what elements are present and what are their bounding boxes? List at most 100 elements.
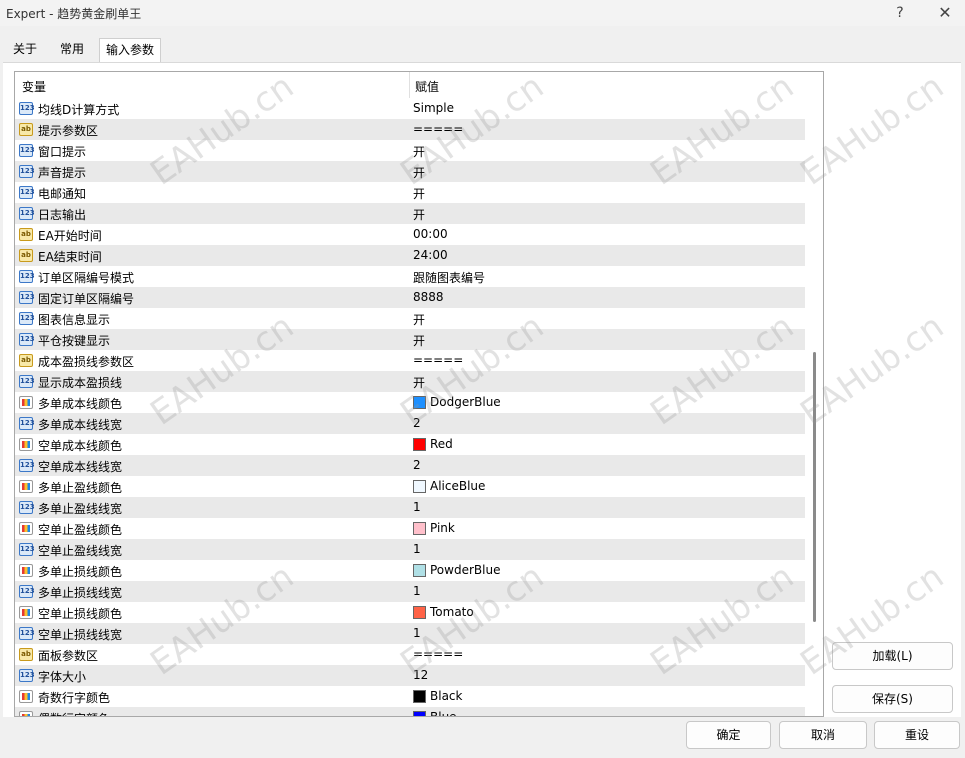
table-row[interactable]: 123 显示成本盈损线 开 [15, 371, 805, 392]
value-cell[interactable]: Black [430, 689, 462, 703]
color-swatch[interactable] [413, 396, 426, 409]
tab-bar: 关于 常用 输入参数 [0, 38, 965, 63]
table-row[interactable]: 123 多单成本线线宽 2 [15, 413, 805, 434]
column-divider[interactable] [409, 72, 410, 98]
value-cell[interactable]: Simple [413, 101, 454, 115]
variable-name: 平仓按键显示 [38, 334, 111, 348]
number-type-icon: 123 [19, 270, 35, 283]
table-row[interactable]: ab 面板参数区 ===== [15, 644, 805, 665]
variable-name: 均线D计算方式 [38, 103, 120, 117]
variable-name: 空单止盈线线宽 [38, 544, 123, 558]
value-cell[interactable]: 1 [413, 626, 421, 640]
color-type-icon [19, 690, 33, 703]
table-row[interactable]: ab 成本盈损线参数区 ===== [15, 350, 805, 371]
color-swatch[interactable] [413, 690, 426, 703]
value-cell[interactable]: 24:00 [413, 248, 448, 262]
number-type-icon: 123 [19, 375, 35, 388]
string-type-icon: ab [19, 228, 33, 241]
variable-name: 多单止损线颜色 [38, 565, 123, 579]
value-cell[interactable]: 1 [413, 542, 421, 556]
vertical-scrollbar[interactable] [808, 72, 821, 714]
table-row[interactable]: 空单成本线颜色 Red [15, 434, 805, 455]
grid-rows: 123 均线D计算方式 Simple ab 提示参数区 ===== 123 窗口提示开 123 声… [15, 98, 805, 716]
value-cell[interactable]: ===== [413, 353, 463, 367]
help-icon[interactable]: ? [886, 2, 914, 24]
value-cell[interactable]: Blue [430, 710, 457, 716]
table-row[interactable]: 123 声音提示 开 [15, 161, 805, 182]
color-swatch[interactable] [413, 606, 426, 619]
scrollbar-thumb[interactable] [813, 352, 816, 622]
table-row[interactable]: ab 提示参数区 ===== [15, 119, 805, 140]
value-cell[interactable]: 开 [413, 332, 425, 349]
table-row[interactable]: 多单止损线颜色 PowderBlue [15, 560, 805, 581]
value-cell[interactable]: 1 [413, 584, 421, 598]
variable-name: 多单止盈线颜色 [38, 481, 123, 495]
column-header-variable[interactable]: 变量 [22, 78, 46, 95]
table-row[interactable]: ab EA开始时间 00:00 [15, 224, 805, 245]
table-row[interactable]: 123 均线D计算方式 Simple [15, 98, 805, 119]
table-row[interactable]: 123 电邮通知 开 [15, 182, 805, 203]
table-row[interactable]: 空单止损线颜色 Tomato [15, 602, 805, 623]
table-row[interactable]: 123 图表信息显示 开 [15, 308, 805, 329]
color-swatch[interactable] [413, 564, 426, 577]
table-row[interactable]: 123 固定订单区隔编号 8888 [15, 287, 805, 308]
table-row[interactable]: ab EA结束时间 24:00 [15, 245, 805, 266]
value-cell[interactable]: 8888 [413, 290, 444, 304]
table-row[interactable]: 123 空单止损线线宽 1 [15, 623, 805, 644]
color-swatch[interactable] [413, 480, 426, 493]
save-button[interactable]: 保存(S) [832, 685, 953, 713]
value-cell[interactable]: 开 [413, 374, 425, 391]
value-cell[interactable]: 1 [413, 500, 421, 514]
variable-name: 字体大小 [38, 670, 87, 684]
value-cell[interactable]: 开 [413, 185, 425, 202]
table-row[interactable]: 123 窗口提示 开 [15, 140, 805, 161]
value-cell[interactable]: ===== [413, 122, 463, 136]
value-cell[interactable]: 12 [413, 668, 428, 682]
table-row[interactable]: 123 空单止盈线线宽 1 [15, 539, 805, 560]
value-cell[interactable]: DodgerBlue [430, 395, 501, 409]
value-cell[interactable]: 开 [413, 143, 425, 160]
column-header-value[interactable]: 赋值 [415, 78, 439, 95]
value-cell[interactable]: 2 [413, 416, 421, 430]
table-row[interactable]: 奇数行字颜色 Black [15, 686, 805, 707]
value-cell[interactable]: 跟随图表编号 [413, 269, 485, 286]
table-row[interactable]: 123 日志输出 开 [15, 203, 805, 224]
cancel-button[interactable]: 取消 [779, 721, 867, 749]
value-cell[interactable]: Tomato [430, 605, 474, 619]
table-row[interactable]: 多单止盈线颜色 AliceBlue [15, 476, 805, 497]
tab-common[interactable]: 常用 [50, 38, 94, 61]
table-row[interactable]: 空单止盈线颜色 Pink [15, 518, 805, 539]
number-type-icon: 123 [19, 501, 35, 514]
value-cell[interactable]: PowderBlue [430, 563, 500, 577]
table-row[interactable]: 123 平仓按键显示 开 [15, 329, 805, 350]
value-cell[interactable]: 开 [413, 164, 425, 181]
table-row[interactable]: 123 字体大小 12 [15, 665, 805, 686]
value-cell[interactable]: AliceBlue [430, 479, 485, 493]
value-cell[interactable]: Red [430, 437, 453, 451]
reset-button[interactable]: 重设 [874, 721, 960, 749]
color-swatch[interactable] [413, 711, 426, 716]
table-row[interactable]: 多单成本线颜色 DodgerBlue [15, 392, 805, 413]
value-cell[interactable]: Pink [430, 521, 455, 535]
variable-name: 图表信息显示 [38, 313, 111, 327]
color-swatch[interactable] [413, 522, 426, 535]
value-cell[interactable]: 开 [413, 311, 425, 328]
ok-button[interactable]: 确定 [686, 721, 771, 749]
load-button[interactable]: 加载(L) [832, 642, 953, 670]
color-swatch[interactable] [413, 438, 426, 451]
variable-name: EA开始时间 [38, 229, 102, 243]
value-cell[interactable]: ===== [413, 647, 463, 661]
table-row[interactable]: 123 多单止盈线线宽 1 [15, 497, 805, 518]
tab-inputs[interactable]: 输入参数 [99, 38, 161, 63]
close-icon[interactable]: ✕ [931, 2, 959, 24]
number-type-icon: 123 [19, 312, 35, 325]
table-row[interactable]: 123 多单止损线线宽 1 [15, 581, 805, 602]
value-cell[interactable]: 00:00 [413, 227, 448, 241]
table-row[interactable]: 123 空单成本线线宽 2 [15, 455, 805, 476]
value-cell[interactable]: 开 [413, 206, 425, 223]
variable-name: 空单止损线颜色 [38, 607, 123, 621]
tab-about[interactable]: 关于 [3, 38, 47, 61]
table-row[interactable]: 123 订单区隔编号模式 跟随图表编号 [15, 266, 805, 287]
table-row[interactable]: 偶数行字颜色 Blue [15, 707, 805, 716]
value-cell[interactable]: 2 [413, 458, 421, 472]
